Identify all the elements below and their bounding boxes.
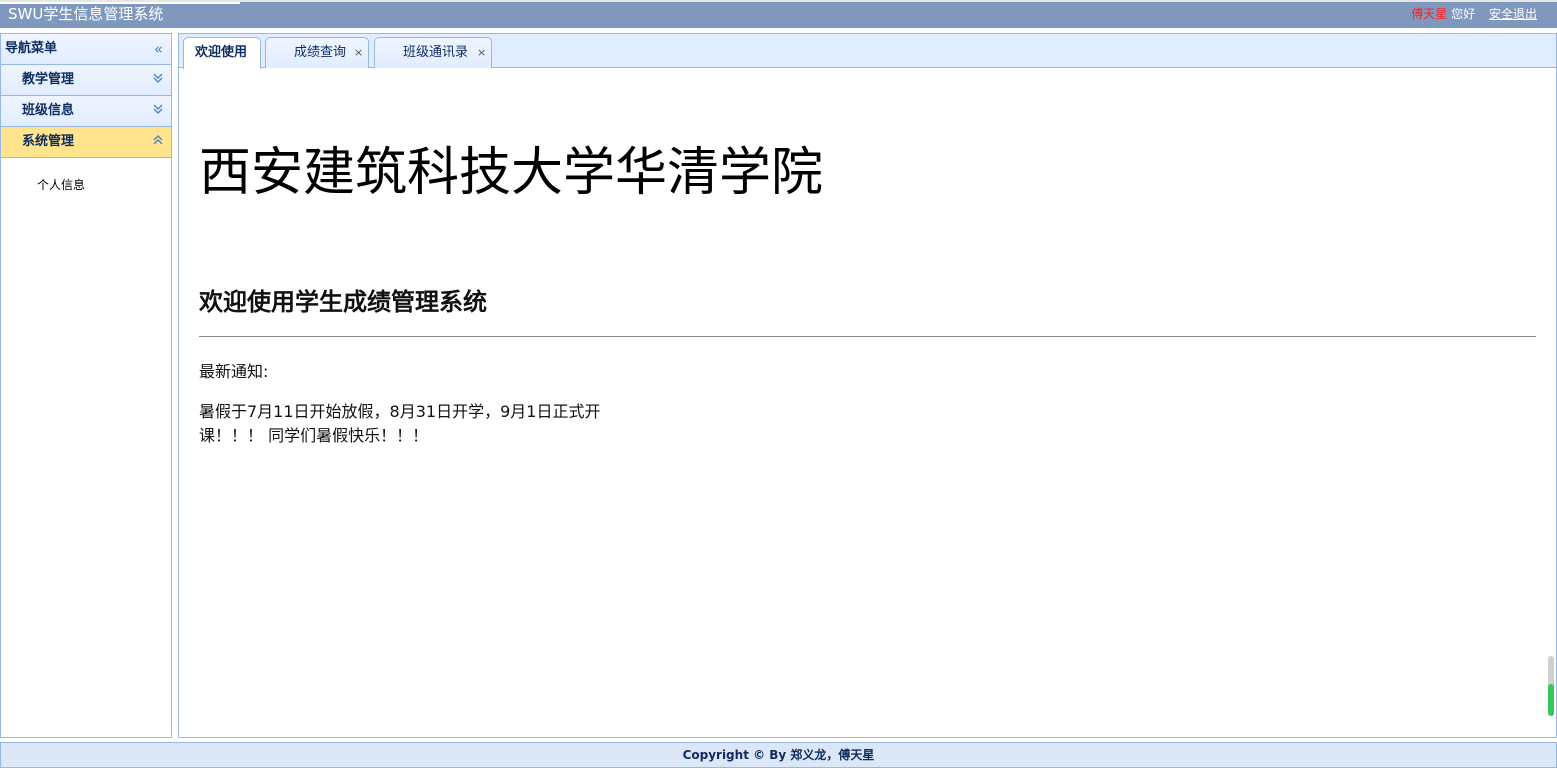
- close-icon[interactable]: ×: [354, 38, 363, 68]
- sidebar-item-label: 班级信息: [22, 103, 75, 118]
- user-area: 傅天星 您好 安全退出: [1411, 6, 1537, 22]
- top-bar: SWU学生信息管理系统 傅天星 您好 安全退出: [0, 0, 1557, 28]
- tab-label: 成绩查询: [294, 45, 347, 60]
- user-name: 傅天星: [1411, 7, 1448, 21]
- sidebar-title: 导航菜单: [5, 41, 58, 56]
- tab-class-contacts[interactable]: 班级通讯录 ×: [374, 37, 492, 68]
- double-chevron-down-icon[interactable]: [152, 96, 164, 126]
- tab-label: 欢迎使用: [195, 45, 248, 60]
- double-chevron-left-icon[interactable]: «: [154, 34, 163, 64]
- notice-label: 最新通知:: [199, 362, 269, 381]
- scrollbar-thumb[interactable]: [1548, 684, 1554, 716]
- personal-info-link[interactable]: 个人信息: [37, 178, 85, 192]
- greeting-text: 您好: [1451, 7, 1476, 21]
- school-name: 西安建筑科技大学华清学院: [199, 143, 824, 203]
- sidebar-system-panel: 个人信息: [1, 158, 171, 193]
- tab-bar: 欢迎使用 成绩查询 × 班级通讯录 ×: [179, 34, 1556, 69]
- double-chevron-up-icon[interactable]: [152, 127, 164, 157]
- sidebar-item-label: 系统管理: [22, 134, 75, 149]
- sidebar-item-teaching[interactable]: 教学管理: [1, 65, 171, 96]
- copyright-text: Copyright © By 郑义龙，傅天星: [682, 748, 875, 762]
- scrollbar[interactable]: [1548, 656, 1554, 716]
- footer: Copyright © By 郑义龙，傅天星: [0, 742, 1557, 768]
- notice-text: 暑假于7月11日开始放假，8月31日开学，9月1日正式开课！！！ 同学们暑假快乐…: [199, 402, 601, 445]
- sidebar: 导航菜单 « 教学管理 班级信息 系统管理 个人信息: [0, 33, 172, 738]
- tab-grade-query[interactable]: 成绩查询 ×: [265, 37, 369, 68]
- logout-link[interactable]: 安全退出: [1489, 7, 1537, 21]
- sidebar-item-class-info[interactable]: 班级信息: [1, 96, 171, 127]
- main-panel: 欢迎使用 成绩查询 × 班级通讯录 × 西安建筑科技大学华清学院 欢迎使用学生成…: [178, 33, 1557, 738]
- sidebar-header: 导航菜单 «: [1, 34, 171, 65]
- divider: [199, 336, 1536, 337]
- double-chevron-down-icon[interactable]: [152, 65, 164, 95]
- tab-label: 班级通讯录: [403, 45, 469, 60]
- sidebar-item-system[interactable]: 系统管理: [1, 127, 171, 158]
- welcome-heading: 欢迎使用学生成绩管理系统: [199, 288, 487, 316]
- close-icon[interactable]: ×: [477, 38, 486, 68]
- tab-welcome[interactable]: 欢迎使用: [183, 37, 261, 69]
- sidebar-item-label: 教学管理: [22, 72, 75, 87]
- app-title: SWU学生信息管理系统: [8, 5, 164, 23]
